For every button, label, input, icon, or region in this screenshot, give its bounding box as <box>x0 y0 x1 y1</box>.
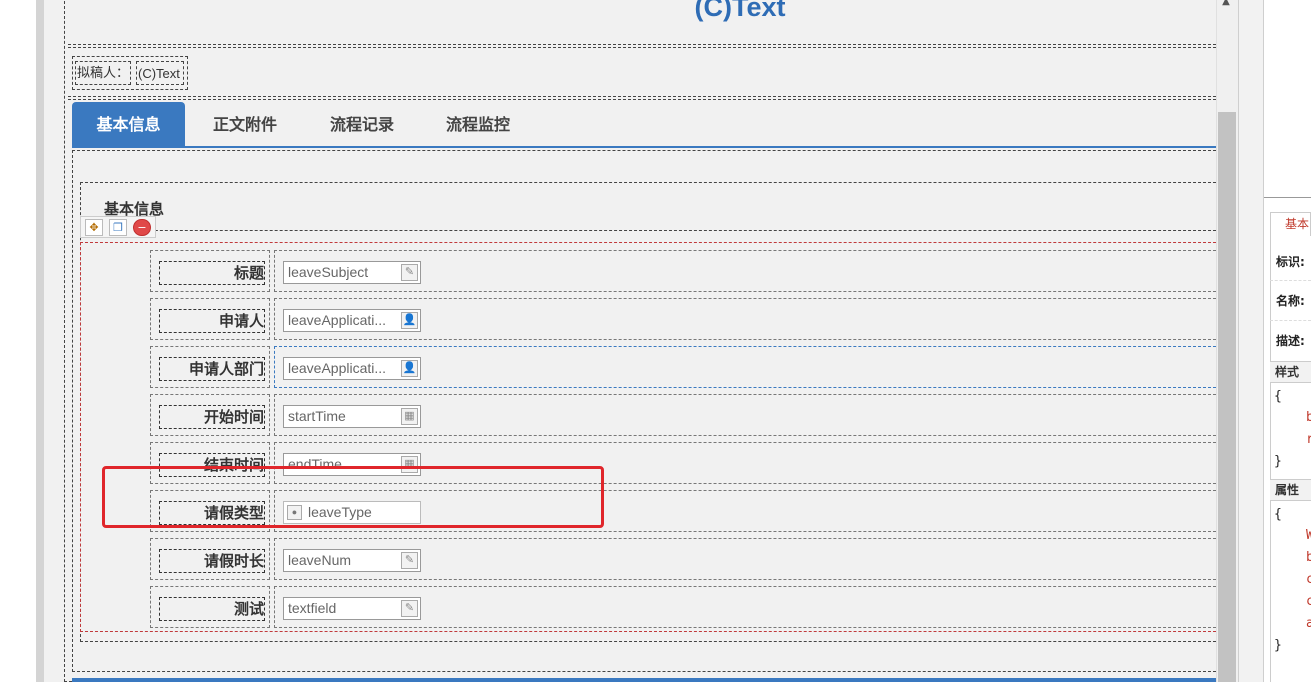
attr-code-line: c <box>1306 594 1311 609</box>
table-row: 开始时间 startTime ▦ <box>150 392 1216 436</box>
label-cell: 申请人部门 <box>150 346 270 388</box>
value-cell: leaveNum ✎ <box>274 538 1216 580</box>
copy-icon[interactable]: ❐ <box>109 219 127 236</box>
field-label: 申请人部门 <box>159 357 265 381</box>
value-cell: startTime ▦ <box>274 394 1216 436</box>
attr-code-line: a <box>1306 616 1311 631</box>
title-divider <box>68 44 1216 48</box>
edit-icon: ✎ <box>401 600 418 617</box>
field-label: 测试 <box>159 597 265 621</box>
table-row: 测试 textfield ✎ <box>150 584 1216 628</box>
field-label: 标题 <box>159 261 265 285</box>
table-row: 申请人 leaveApplicati... 👤 <box>150 296 1216 340</box>
scrollbar-thumb[interactable] <box>1218 112 1236 682</box>
left-rail <box>36 0 44 682</box>
prop-desc-label: 描述: <box>1276 334 1305 348</box>
table-row: 请假时长 leaveNum ✎ <box>150 536 1216 580</box>
tab-process-monitor[interactable]: 流程监控 <box>429 102 527 147</box>
label-cell: 测试 <box>150 586 270 628</box>
property-panel-border <box>1270 236 1271 682</box>
field-value: leaveApplicati... <box>288 360 387 376</box>
field-label: 请假时长 <box>159 549 265 573</box>
field-label: 申请人 <box>159 309 265 333</box>
panel-splitter[interactable] <box>1238 0 1264 682</box>
style-code-line: b <box>1306 410 1311 425</box>
drafter-label: 拟稿人： <box>75 61 131 85</box>
section-toolbar: ✥ ❐ − <box>80 216 156 238</box>
style-code-line: } <box>1274 454 1282 469</box>
drafter-value: (C)Text <box>136 61 184 85</box>
section-divider <box>80 230 1216 231</box>
table-row: 标题 leaveSubject ✎ <box>150 248 1216 292</box>
highlight-box <box>102 466 604 528</box>
form-title: (C)Text <box>694 0 786 22</box>
prop-name-label: 名称: <box>1276 294 1305 308</box>
attr-section-header: 属性 <box>1270 479 1311 501</box>
label-cell: 开始时间 <box>150 394 270 436</box>
user-icon[interactable]: 👤 <box>401 312 418 329</box>
value-cell: leaveApplicati... 👤 <box>274 298 1216 340</box>
style-code-line: { <box>1274 389 1282 404</box>
property-panel-top <box>1264 0 1311 198</box>
bottom-accent-line <box>72 678 1216 682</box>
style-code-line: r <box>1306 432 1311 447</box>
leave-num-field[interactable]: leaveNum ✎ <box>283 549 421 572</box>
prop-id-label: 标识: <box>1276 255 1305 269</box>
tab-attachments[interactable]: 正文附件 <box>196 102 294 147</box>
scroll-up-icon[interactable]: ▲ <box>1220 0 1232 7</box>
user-icon[interactable]: 👤 <box>401 360 418 377</box>
move-icon[interactable]: ✥ <box>85 219 103 236</box>
attr-code-line: } <box>1274 638 1282 653</box>
value-cell: leaveApplicati... 👤 <box>274 346 1216 388</box>
value-cell: textfield ✎ <box>274 586 1216 628</box>
table-row: 申请人部门 leaveApplicati... 👤 <box>150 344 1216 388</box>
field-value: leaveSubject <box>288 264 369 280</box>
field-value: leaveNum <box>288 552 352 568</box>
field-value: textfield <box>288 600 337 616</box>
applicant-field[interactable]: leaveApplicati... 👤 <box>283 309 421 332</box>
tab-basic-info[interactable]: 基本信息 <box>72 102 185 147</box>
property-tab-basic[interactable]: 基本 <box>1270 212 1311 236</box>
field-value: leaveApplicati... <box>288 312 387 328</box>
test-field[interactable]: textfield ✎ <box>283 597 421 620</box>
label-cell: 申请人 <box>150 298 270 340</box>
field-label: 开始时间 <box>159 405 265 429</box>
value-cell: leaveSubject ✎ <box>274 250 1216 292</box>
drafter-divider <box>68 96 1216 100</box>
attr-code-line: { <box>1274 507 1282 522</box>
subject-field[interactable]: leaveSubject ✎ <box>283 261 421 284</box>
edit-icon: ✎ <box>401 264 418 281</box>
prop-divider <box>1270 280 1311 281</box>
applicant-dept-field[interactable]: leaveApplicati... 👤 <box>283 357 421 380</box>
start-time-field[interactable]: startTime ▦ <box>283 405 421 428</box>
prop-divider <box>1270 320 1311 321</box>
label-cell: 请假时长 <box>150 538 270 580</box>
delete-icon[interactable]: − <box>133 219 151 236</box>
style-section-header: 样式 <box>1270 361 1311 383</box>
tab-process-record[interactable]: 流程记录 <box>313 102 411 147</box>
label-cell: 标题 <box>150 250 270 292</box>
calendar-icon[interactable]: ▦ <box>401 408 418 425</box>
attr-code-line: W <box>1306 528 1311 543</box>
tab-bar: 基本信息 正文附件 流程记录 流程监控 <box>72 102 1216 148</box>
attr-code-line: b <box>1306 550 1311 565</box>
field-value: startTime <box>288 408 346 424</box>
edit-icon: ✎ <box>401 552 418 569</box>
attr-code-line: c <box>1306 572 1311 587</box>
left-gutter <box>0 0 36 682</box>
